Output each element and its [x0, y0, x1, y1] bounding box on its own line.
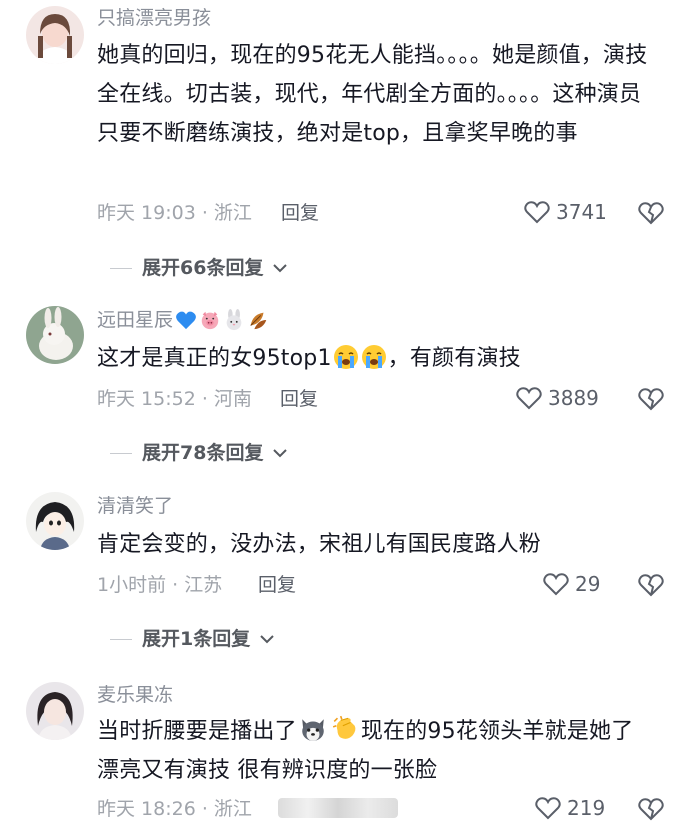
blue-heart-icon [176, 311, 196, 330]
username-text: 远田星辰 [97, 309, 174, 331]
like-count: 219 [567, 796, 606, 820]
crying-face-icon [361, 345, 386, 369]
broken-heart-icon[interactable] [638, 200, 664, 226]
like-count: 3741 [556, 200, 607, 224]
reply-button[interactable]: 回复 [281, 201, 319, 225]
comment-text-part: 这才是真正的女95top1 [97, 346, 332, 371]
heart-outline-icon [543, 573, 569, 596]
divider-line [110, 452, 132, 454]
heart-outline-icon [516, 387, 542, 410]
pig-face-icon [201, 311, 219, 330]
chevron-down-icon [260, 635, 274, 644]
fallen-leaves-icon [250, 312, 267, 330]
avatar[interactable] [26, 682, 84, 740]
like-button[interactable]: 3741 [524, 200, 607, 224]
reply-button[interactable]: 回复 [258, 573, 296, 597]
crying-face-icon [333, 345, 358, 369]
like-button[interactable]: 3889 [516, 386, 599, 410]
expand-replies-button[interactable]: 展开66条回复 [110, 256, 288, 280]
divider-line [110, 638, 132, 640]
blurred-reply-area [278, 798, 398, 818]
like-count: 29 [575, 572, 601, 596]
expand-replies-button[interactable]: 展开78条回复 [110, 441, 288, 465]
heart-outline-icon [535, 797, 561, 820]
like-button[interactable]: 29 [543, 572, 600, 596]
avatar[interactable] [26, 306, 84, 364]
husky-face-icon [302, 719, 324, 741]
comment-text: 她真的回归，现在的95花无人能挡。。。。她是颜值，演技全在线。切古装，现代，年代… [97, 43, 648, 146]
username[interactable]: 麦乐果冻 [97, 683, 173, 707]
comment-text: 肯定会变的，没办法，宋祖儿有国民度路人粉 [97, 532, 542, 557]
broken-heart-icon[interactable] [638, 386, 664, 412]
comment-text: 当时折腰要是播出了 现在的95花领头羊就是她了 漂亮又有演技 很有辨识度的一张脸 [97, 712, 657, 790]
rabbit-face-icon [226, 309, 242, 331]
expand-replies-button[interactable]: 展开1条回复 [110, 627, 274, 651]
comment-meta: 昨天 15:52 · 河南 [97, 388, 252, 410]
like-count: 3889 [548, 386, 599, 410]
comment-text: 这才是真正的女95top1 ，有颜有演技 [97, 339, 657, 378]
chevron-down-icon [273, 264, 288, 273]
like-button[interactable]: 219 [535, 796, 605, 820]
clapping-hands-icon [332, 715, 356, 739]
comment-meta: 昨天 19:03 · 浙江 [97, 202, 252, 224]
comment-text-part: ，有颜有演技 [387, 346, 521, 371]
username[interactable]: 远田星辰 [97, 308, 269, 332]
chevron-down-icon [273, 449, 288, 458]
expand-replies-label: 展开1条回复 [142, 628, 251, 650]
heart-outline-icon [524, 201, 550, 224]
avatar[interactable] [26, 6, 84, 64]
divider-line [110, 267, 132, 269]
comment-meta: 1小时前 · 江苏 [97, 574, 223, 596]
expand-replies-label: 展开78条回复 [142, 442, 264, 464]
comment-meta: 昨天 18:26 · 浙江 [97, 798, 252, 820]
expand-replies-label: 展开66条回复 [142, 257, 264, 279]
avatar[interactable] [26, 492, 84, 550]
broken-heart-icon[interactable] [638, 796, 664, 822]
broken-heart-icon[interactable] [638, 572, 664, 598]
comment-text-part: 当时折腰要是播出了 [97, 719, 297, 744]
username[interactable]: 只搞漂亮男孩 [97, 6, 211, 30]
username[interactable]: 清清笑了 [97, 494, 173, 518]
reply-button[interactable]: 回复 [280, 387, 318, 411]
